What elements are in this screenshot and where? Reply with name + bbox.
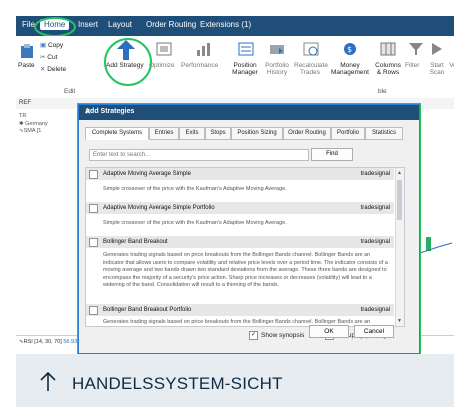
portfolio-history-button[interactable]: Portfolio History bbox=[263, 62, 291, 76]
chart-legend-sma: ∿SMA [1 bbox=[19, 128, 42, 134]
strategy-source: tradesignal bbox=[360, 239, 390, 245]
highlight-add-strategy-ring bbox=[104, 38, 152, 86]
checkbox[interactable] bbox=[89, 204, 98, 213]
tab-order-routing[interactable]: Order Routing bbox=[283, 127, 331, 140]
svg-text:$: $ bbox=[347, 45, 352, 54]
menu-file[interactable]: File bbox=[22, 20, 35, 29]
find-button[interactable]: Find bbox=[311, 148, 353, 161]
performance-button[interactable]: Performance bbox=[181, 62, 218, 69]
cut-button[interactable]: ✂ Cut bbox=[40, 54, 57, 61]
strategy-description: Simple crossover of the price with the K… bbox=[103, 220, 287, 226]
filter-button[interactable]: Filter bbox=[405, 62, 419, 69]
chart-legend-symbol: ✱ Germany bbox=[19, 121, 48, 127]
copy-icon: ▣ bbox=[40, 42, 47, 49]
paste-button[interactable]: Paste bbox=[18, 62, 35, 69]
arrow-up-icon bbox=[40, 371, 56, 391]
menu-insert[interactable]: Insert bbox=[78, 20, 98, 29]
strategy-source: tradesignal bbox=[360, 307, 390, 313]
tab-entries[interactable]: Entries bbox=[149, 127, 179, 140]
scrollbar-thumb[interactable] bbox=[397, 180, 402, 220]
tab-position-sizing[interactable]: Position Sizing bbox=[231, 127, 283, 140]
scroll-up-icon[interactable]: ▲ bbox=[397, 170, 402, 176]
delete-button[interactable]: ✕ Delete bbox=[40, 66, 66, 73]
menu-layout[interactable]: Layout bbox=[108, 20, 132, 29]
rsi-label: ∿RSI [14, 30, 70] 56.93 bbox=[19, 339, 78, 345]
start-scan-icon bbox=[432, 43, 442, 55]
show-synopsis-checkbox[interactable]: ✓ Show synopsis bbox=[249, 331, 304, 340]
delete-icon: ✕ bbox=[40, 66, 46, 73]
cancel-button[interactable]: Cancel bbox=[354, 325, 394, 338]
group-label-table: ble bbox=[378, 88, 387, 95]
tab-statistics[interactable]: Statistics bbox=[365, 127, 403, 140]
portfolio-history-icon bbox=[270, 45, 284, 54]
strategy-name: Bollinger Band Breakout Portfolio bbox=[103, 307, 192, 313]
position-manager-icon bbox=[238, 42, 254, 56]
list-item[interactable]: Adaptive Moving Average Simple Portfolio… bbox=[86, 202, 394, 214]
ribbon-overflow-label: Ve bbox=[449, 62, 454, 69]
ok-button[interactable]: OK bbox=[309, 325, 349, 338]
ref-label: REF bbox=[19, 100, 31, 106]
group-label-edit: Edit bbox=[64, 88, 76, 95]
checkbox[interactable] bbox=[89, 306, 98, 315]
search-input[interactable]: Enter text to search... bbox=[89, 149, 309, 161]
checkmark-icon: ✓ bbox=[249, 331, 258, 340]
close-icon[interactable]: ✕ bbox=[85, 108, 411, 116]
tab-stops[interactable]: Stops bbox=[205, 127, 231, 140]
copy-button[interactable]: ▣ Copy bbox=[40, 42, 63, 49]
highlight-home-ring bbox=[34, 17, 76, 37]
scroll-down-icon[interactable]: ▼ bbox=[397, 318, 402, 324]
menu-order-routing[interactable]: Order Routing bbox=[146, 20, 196, 29]
recalculate-icon bbox=[303, 42, 319, 56]
strategy-name: Bollinger Band Breakout bbox=[103, 239, 168, 245]
optimize-icon bbox=[156, 42, 172, 56]
money-management-button[interactable]: Money Management bbox=[330, 62, 370, 76]
strategy-list: Adaptive Moving Average Simple tradesign… bbox=[85, 167, 405, 327]
tab-portfolio[interactable]: Portfolio bbox=[331, 127, 365, 140]
dialog-titlebar: Add Strategies ✕ bbox=[79, 105, 419, 120]
tab-exits[interactable]: Exits bbox=[179, 127, 205, 140]
strategy-name: Adaptive Moving Average Simple bbox=[103, 171, 191, 177]
tab-complete-systems[interactable]: Complete Systems bbox=[85, 127, 149, 140]
columns-rows-button[interactable]: Columns & Rows bbox=[374, 62, 402, 76]
menu-bar: File Home Insert Layout Order Routing Ex… bbox=[16, 16, 454, 36]
strategy-description: Simple crossover of the price with the K… bbox=[103, 186, 287, 192]
caption-bar: HANDELSSYSTEM-SICHT bbox=[16, 354, 454, 407]
performance-icon bbox=[197, 43, 210, 56]
strategy-source: tradesignal bbox=[360, 205, 390, 211]
list-item[interactable]: Adaptive Moving Average Simple tradesign… bbox=[86, 168, 394, 180]
columns-rows-icon bbox=[380, 42, 396, 56]
start-scan-button[interactable]: Start Scan bbox=[427, 62, 447, 76]
menu-extensions[interactable]: Extensions (1) bbox=[200, 20, 251, 29]
checkbox[interactable] bbox=[89, 238, 98, 247]
strategy-name: Adaptive Moving Average Simple Portfolio bbox=[103, 205, 215, 211]
recalculate-trades-button[interactable]: Recalculate Trades bbox=[294, 62, 328, 76]
list-scrollbar[interactable]: ▲ ▼ bbox=[395, 168, 404, 326]
list-item[interactable]: Bollinger Band Breakout Portfolio trades… bbox=[86, 304, 394, 316]
app-screenshot: File Home Insert Layout Order Routing Ex… bbox=[16, 16, 454, 354]
cut-icon: ✂ bbox=[40, 54, 46, 61]
optimize-button[interactable]: Optimize bbox=[149, 62, 175, 69]
filter-icon bbox=[409, 43, 423, 55]
paste-icon bbox=[21, 44, 33, 58]
ribbon: Paste ▣ Copy ✂ Cut ✕ Delete Edit Add Str… bbox=[16, 36, 454, 99]
strategy-description: Generates trading signals based on price… bbox=[103, 252, 388, 288]
list-item[interactable]: Bollinger Band Breakout tradesignal bbox=[86, 236, 394, 248]
position-manager-button[interactable]: Position Manager bbox=[230, 62, 260, 76]
money-management-icon: $ bbox=[344, 43, 356, 55]
strategy-source: tradesignal bbox=[360, 171, 390, 177]
chart-tab-label: TR bbox=[19, 113, 27, 119]
checkbox[interactable] bbox=[89, 170, 98, 179]
caption-text: HANDELSSYSTEM-SICHT bbox=[72, 374, 283, 393]
add-strategies-dialog: Add Strategies ✕ Complete Systems Entrie… bbox=[78, 104, 420, 354]
